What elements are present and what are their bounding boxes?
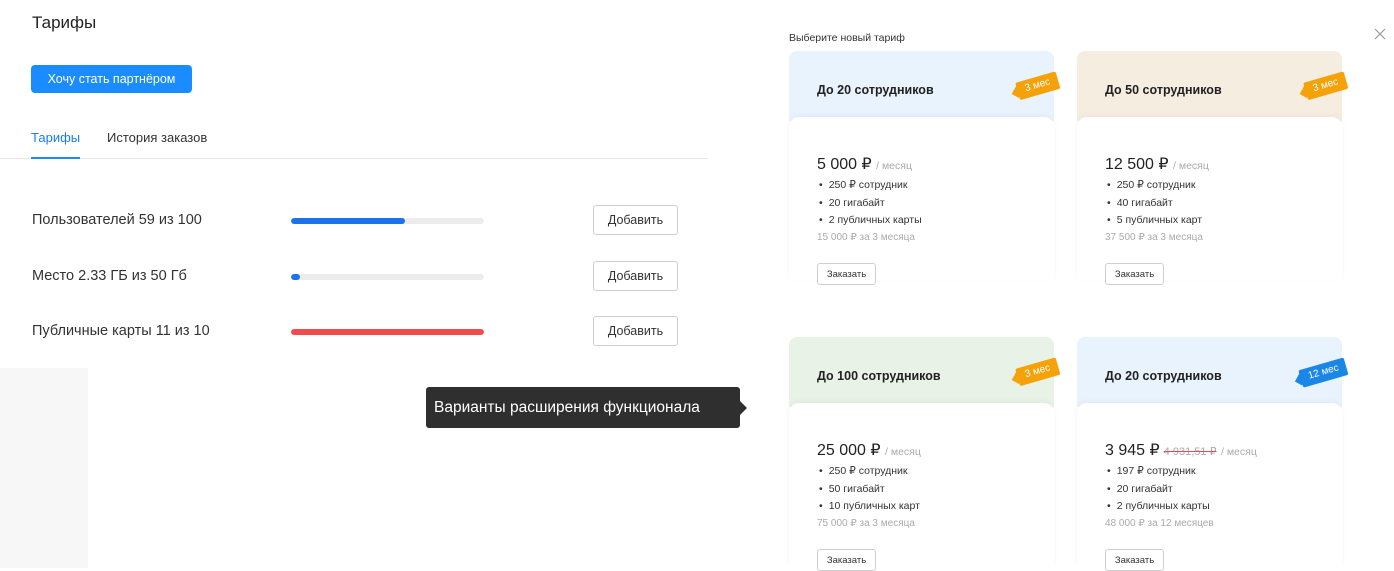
usage-label: Пользователей 59 из 100 xyxy=(32,212,202,228)
feature-item: 250 ₽ сотрудник xyxy=(1107,177,1202,195)
plan-price: 3 945 ₽4 931,51 ₽ / месяц xyxy=(1105,442,1257,459)
feature-item: 20 гигабайт xyxy=(819,195,922,213)
order-button[interactable]: Заказать xyxy=(1105,263,1164,285)
duration-badge: 3 мес xyxy=(1303,71,1349,101)
close-icon[interactable] xyxy=(1370,24,1390,44)
plan-total: 15 000 ₽ за 3 месяца xyxy=(817,232,915,243)
duration-badge: 3 мес xyxy=(1015,71,1061,101)
plan-total: 75 000 ₽ за 3 месяца xyxy=(817,518,915,529)
price-period: / месяц xyxy=(1221,446,1257,458)
plans-title: Выберите новый тариф xyxy=(789,32,905,44)
plan-name: До 50 сотрудников xyxy=(1105,83,1222,97)
usage-progress-track xyxy=(291,329,484,335)
plan-body: 12 500 ₽ / месяц 250 ₽ сотрудник 40 гига… xyxy=(1077,117,1342,285)
tab-order-history[interactable]: История заказов xyxy=(107,130,207,145)
plan-features: 250 ₽ сотрудник 20 гигабайт 2 публичных … xyxy=(819,177,922,230)
plan-card: До 20 сотрудников 3 мес 5 000 ₽ / месяц … xyxy=(789,51,1061,285)
duration-badge: 12 мес xyxy=(1298,357,1349,388)
price-period: / месяц xyxy=(885,446,921,458)
plan-header: До 100 сотрудников 3 мес xyxy=(789,337,1061,407)
plan-name: До 20 сотрудников xyxy=(1105,369,1222,383)
feature-item: 50 гигабайт xyxy=(819,481,920,499)
order-button[interactable]: Заказать xyxy=(817,263,876,285)
feature-item: 250 ₽ сотрудник xyxy=(819,463,920,481)
plan-card: До 100 сотрудников 3 мес 25 000 ₽ / меся… xyxy=(789,337,1061,571)
page-title: Тарифы xyxy=(32,13,97,32)
plan-body: 5 000 ₽ / месяц 250 ₽ сотрудник 20 гигаб… xyxy=(789,117,1054,285)
plan-header: До 20 сотрудников 3 мес xyxy=(789,51,1061,121)
usage-progress-fill xyxy=(291,329,484,335)
add-public-maps-button[interactable]: Добавить xyxy=(593,316,678,346)
plan-features: 250 ₽ сотрудник 50 гигабайт 10 публичных… xyxy=(819,463,920,516)
feature-item: 20 гигабайт xyxy=(1107,481,1210,499)
tab-bar: Тарифы История заказов xyxy=(0,120,708,159)
plan-card: До 50 сотрудников 3 мес 12 500 ₽ / месяц… xyxy=(1077,51,1349,285)
feature-item: 10 публичных карт xyxy=(819,498,920,516)
plan-name: До 20 сотрудников xyxy=(817,83,934,97)
plan-features: 250 ₽ сотрудник 40 гигабайт 5 публичных … xyxy=(1107,177,1202,230)
plan-total: 37 500 ₽ за 3 месяца xyxy=(1105,232,1203,243)
become-partner-button[interactable]: Хочу стать партнёром xyxy=(31,65,192,93)
plan-header: До 20 сотрудников 12 мес xyxy=(1077,337,1349,407)
usage-progress-track xyxy=(291,274,484,280)
tooltip: Варианты расширения функционала xyxy=(426,387,747,428)
price-period: / месяц xyxy=(876,160,912,172)
usage-row-users: Пользователей 59 из 100 Добавить xyxy=(0,205,700,237)
plan-name: До 100 сотрудников xyxy=(817,369,941,383)
plan-price: 25 000 ₽ / месяц xyxy=(817,442,921,459)
plan-price: 5 000 ₽ / месяц xyxy=(817,156,912,173)
tab-tariffs[interactable]: Тарифы xyxy=(31,130,81,159)
background-panel xyxy=(0,368,88,568)
feature-item: 250 ₽ сотрудник xyxy=(819,177,922,195)
usage-progress-fill xyxy=(291,218,405,224)
feature-item: 2 публичных карты xyxy=(819,212,922,230)
usage-progress-track xyxy=(291,218,484,224)
duration-badge: 3 мес xyxy=(1015,357,1061,387)
add-storage-button[interactable]: Добавить xyxy=(593,261,678,291)
usage-row-storage: Место 2.33 ГБ из 50 Гб Добавить xyxy=(0,261,700,293)
usage-label: Публичные карты 11 из 10 xyxy=(32,323,210,339)
plan-body: 25 000 ₽ / месяц 250 ₽ сотрудник 50 гига… xyxy=(789,403,1054,571)
plan-body: 3 945 ₽4 931,51 ₽ / месяц 197 ₽ сотрудни… xyxy=(1077,403,1342,571)
price-period: / месяц xyxy=(1173,160,1209,172)
usage-label: Место 2.33 ГБ из 50 Гб xyxy=(32,268,187,284)
feature-item: 40 гигабайт xyxy=(1107,195,1202,213)
plan-price: 12 500 ₽ / месяц xyxy=(1105,156,1209,173)
old-price: 4 931,51 ₽ xyxy=(1163,446,1217,458)
feature-item: 5 публичных карт xyxy=(1107,212,1202,230)
feature-item: 197 ₽ сотрудник xyxy=(1107,463,1210,481)
add-users-button[interactable]: Добавить xyxy=(593,205,678,235)
plan-card: До 20 сотрудников 12 мес 3 945 ₽4 931,51… xyxy=(1077,337,1349,571)
feature-item: 2 публичных карты xyxy=(1107,498,1210,516)
plan-header: До 50 сотрудников 3 мес xyxy=(1077,51,1349,121)
plan-total: 48 000 ₽ за 12 месяцев xyxy=(1105,518,1214,529)
plan-features: 197 ₽ сотрудник 20 гигабайт 2 публичных … xyxy=(1107,463,1210,516)
usage-progress-fill xyxy=(291,274,300,280)
usage-row-public-maps: Публичные карты 11 из 10 Добавить xyxy=(0,316,700,348)
